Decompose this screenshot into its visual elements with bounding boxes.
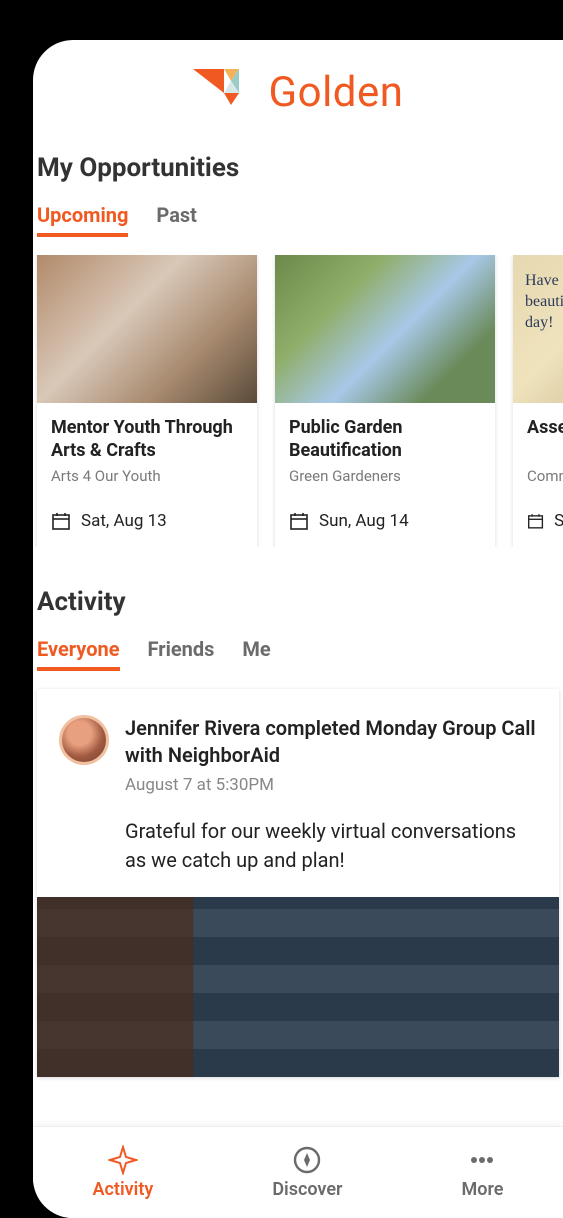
tab-upcoming[interactable]: Upcoming: [37, 203, 128, 237]
opportunity-cards: Mentor Youth Through Arts & Crafts Arts …: [33, 255, 563, 547]
tab-me[interactable]: Me: [242, 637, 270, 671]
nav-activity[interactable]: Activity: [93, 1145, 154, 1200]
tab-past[interactable]: Past: [156, 203, 197, 237]
activity-tabs: Everyone Friends Me: [33, 637, 563, 671]
sparkle-icon: [108, 1145, 138, 1175]
opportunity-body: Public Garden Beautification Green Garde…: [275, 403, 495, 547]
activity-heading: Activity: [33, 587, 563, 617]
opportunity-organization: Community: [527, 467, 563, 485]
calendar-icon: [289, 511, 309, 531]
nav-label: More: [462, 1179, 504, 1200]
opportunity-card[interactable]: Public Garden Beautification Green Garde…: [275, 255, 495, 547]
opportunity-card[interactable]: Mentor Youth Through Arts & Crafts Arts …: [37, 255, 257, 547]
opportunity-date: Sat: [554, 511, 563, 531]
opportunity-organization: Arts 4 Our Youth: [51, 467, 243, 485]
more-icon: [467, 1145, 497, 1175]
opportunity-title: Public Garden Beautification: [289, 417, 481, 463]
tab-everyone[interactable]: Everyone: [37, 637, 120, 671]
opportunity-body: Mentor Youth Through Arts & Crafts Arts …: [37, 403, 257, 547]
tab-friends[interactable]: Friends: [148, 637, 215, 671]
bottom-nav: Activity Discover More: [33, 1126, 563, 1218]
nav-label: Activity: [93, 1179, 154, 1200]
feed-body-text: Grateful for our weekly virtual conversa…: [125, 817, 537, 875]
opportunity-image: [37, 255, 257, 403]
nav-label: Discover: [272, 1179, 342, 1200]
compass-icon: [292, 1145, 322, 1175]
feed-item[interactable]: Jennifer Rivera completed Monday Group C…: [37, 689, 559, 1077]
feed-image: [37, 897, 559, 1077]
nav-discover[interactable]: Discover: [272, 1145, 342, 1200]
brand-header: Golden: [33, 68, 563, 117]
opportunity-image: [275, 255, 495, 403]
note-handwriting: Have a beautiful day!: [525, 271, 563, 333]
opportunity-image: Have a beautiful day!: [513, 255, 563, 403]
app-screen: Golden My Opportunities Upcoming Past Me…: [33, 40, 563, 1218]
opportunity-body: Assemble & Deliver Community Sat: [513, 403, 563, 547]
feed-header-text: Jennifer Rivera completed Monday Group C…: [125, 715, 537, 795]
opportunity-date: Sun, Aug 14: [319, 511, 409, 531]
opportunity-date-row: Sun, Aug 14: [289, 511, 481, 531]
opportunity-card[interactable]: Have a beautiful day! Assemble & Deliver…: [513, 255, 563, 547]
activity-section: Activity Everyone Friends Me Jennifer Ri…: [33, 587, 563, 1077]
feed-timestamp: August 7 at 5:30PM: [125, 775, 537, 795]
calendar-icon: [51, 511, 71, 531]
opportunity-organization: Green Gardeners: [289, 467, 481, 485]
calendar-icon: [527, 511, 544, 531]
feed-header: Jennifer Rivera completed Monday Group C…: [59, 715, 537, 795]
feed-headline: Jennifer Rivera completed Monday Group C…: [125, 715, 537, 769]
brand-logo-icon: [193, 69, 255, 117]
opportunities-heading: My Opportunities: [33, 153, 563, 183]
nav-more[interactable]: More: [462, 1145, 504, 1200]
scroll-content: Golden My Opportunities Upcoming Past Me…: [33, 40, 563, 1126]
avatar: [59, 715, 109, 765]
opportunity-date-row: Sat: [527, 511, 563, 531]
opportunity-title: Mentor Youth Through Arts & Crafts: [51, 417, 243, 463]
opportunity-date: Sat, Aug 13: [81, 511, 167, 531]
opportunities-tabs: Upcoming Past: [33, 203, 563, 237]
opportunity-title: Assemble & Deliver: [527, 417, 563, 463]
brand-name: Golden: [269, 68, 404, 117]
opportunity-date-row: Sat, Aug 13: [51, 511, 243, 531]
